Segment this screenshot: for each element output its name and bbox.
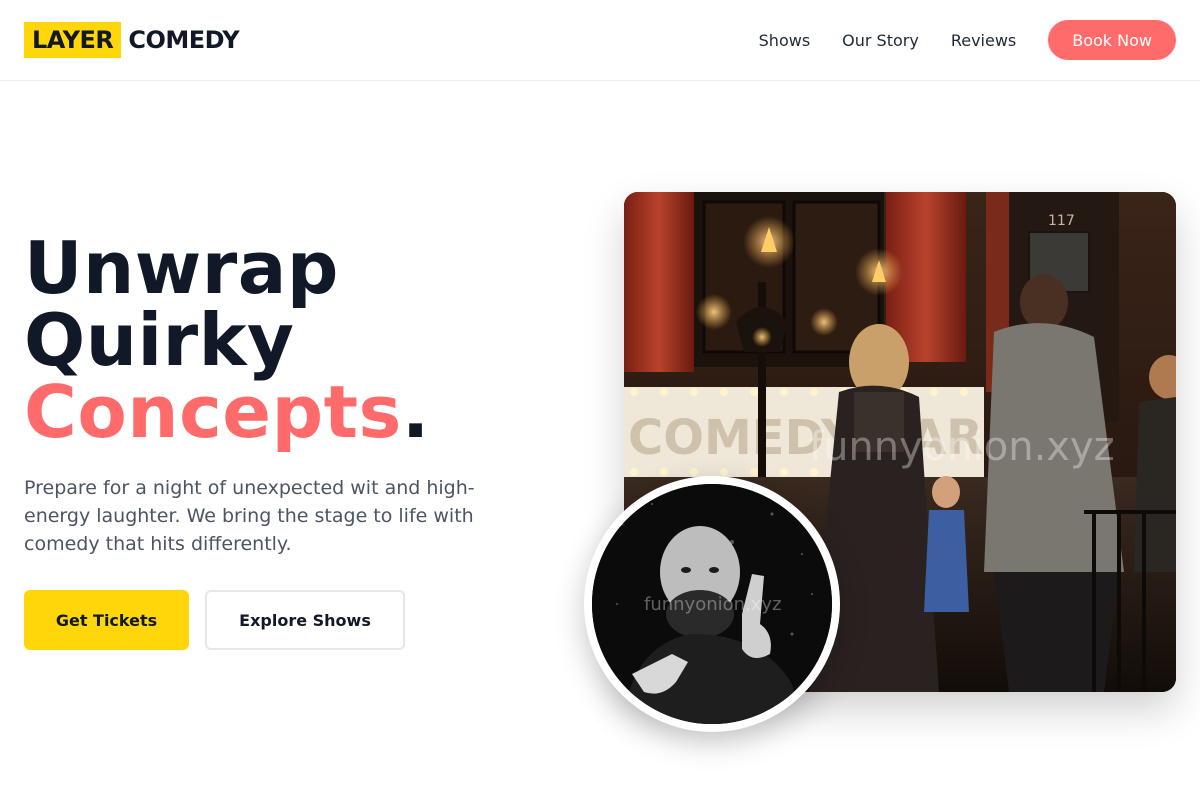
book-now-button[interactable]: Book Now	[1048, 20, 1176, 60]
headline-line-2: Quirky	[24, 298, 295, 382]
headline-accent: Concepts	[24, 370, 402, 454]
comedian-avatar: funnyonion.xyz	[592, 484, 832, 724]
nav-link-shows[interactable]: Shows	[759, 31, 811, 50]
logo-highlight: LAYER	[24, 22, 122, 58]
headline-line-3: Concepts.	[24, 376, 430, 448]
headline-line-1: Unwrap	[24, 226, 339, 310]
brand-logo[interactable]: LAYER COMEDY	[24, 22, 240, 58]
nav-link-reviews[interactable]: Reviews	[951, 31, 1016, 50]
photo-watermark: funnyonion.xyz	[809, 424, 1115, 470]
main-nav: Shows Our Story Reviews Book Now	[759, 20, 1176, 60]
comedian-avatar-illustration: funnyonion.xyz	[592, 484, 832, 724]
nav-link-our-story[interactable]: Our Story	[842, 31, 919, 50]
get-tickets-button[interactable]: Get Tickets	[24, 590, 189, 650]
room-number-text: 117	[1048, 213, 1075, 229]
site-header: LAYER COMEDY Shows Our Story Reviews Boo…	[0, 0, 1200, 81]
hero-headline: Unwrap Quirky Concepts.	[24, 232, 430, 448]
logo-text: COMEDY	[128, 26, 240, 54]
headline-period: .	[401, 370, 430, 454]
explore-shows-button[interactable]: Explore Shows	[205, 590, 405, 650]
avatar-watermark: funnyonion.xyz	[644, 594, 782, 615]
hero-subtext: Prepare for a night of unexpected wit an…	[24, 477, 475, 555]
